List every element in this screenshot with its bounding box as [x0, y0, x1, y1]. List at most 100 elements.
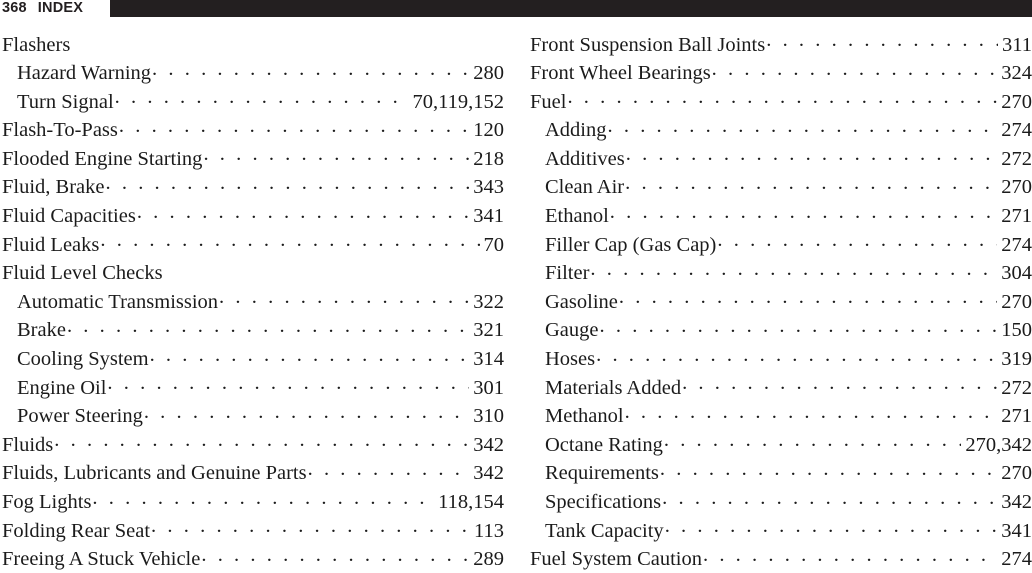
index-entry-page-number: 274	[1001, 548, 1032, 571]
index-entry-label: Engine Oil	[17, 376, 107, 399]
index-entry-label: Fluid Level Checks	[2, 262, 163, 285]
dot-leader	[682, 373, 997, 394]
index-entry-label: Hazard Warning	[17, 62, 152, 85]
index-entry: Gasoline 270	[530, 287, 1032, 316]
index-entry-label: Fluids, Lubricants and Genuine Parts	[2, 462, 307, 485]
index-entry-label: Filler Cap (Gas Cap)	[545, 233, 717, 256]
header-label: 368 INDEX	[2, 0, 83, 17]
index-entry: Fuel System Caution 274	[530, 545, 1032, 573]
index-entry-label: Tank Capacity	[545, 519, 664, 542]
dot-leader	[164, 259, 500, 280]
index-entry: Fluid Level Checks	[2, 259, 504, 288]
index-entry-label: Requirements	[545, 462, 659, 485]
index-entry-label: Turn Signal	[17, 90, 114, 113]
index-entry-page-number: 150	[1001, 319, 1032, 342]
index-entry-page-number: 270	[1001, 90, 1032, 113]
index-entry: Freeing A Stuck Vehicle 289	[2, 545, 504, 573]
dot-leader	[67, 316, 469, 337]
index-entry-page-number: 280	[473, 62, 504, 85]
index-entry: Filler Cap (Gas Cap) 274	[530, 230, 1032, 259]
index-entry-page-number: 310	[473, 405, 504, 428]
index-entry: Fluid Leaks 70	[2, 230, 504, 259]
index-entry: Hoses 319	[530, 345, 1032, 374]
dot-leader	[54, 430, 469, 451]
index-entry-label: Ethanol	[545, 205, 609, 228]
index-entry-label: Front Suspension Ball Joints	[530, 33, 766, 56]
index-entry-page-number: 270	[1001, 290, 1032, 313]
index-entry: Filter 304	[530, 259, 1032, 288]
index-entry: Fog Lights 118,154	[2, 488, 504, 517]
index-entry-page-number: 319	[1001, 348, 1032, 371]
index-entry-page-number: 271	[1001, 205, 1032, 228]
index-entry: Requirements 270	[530, 459, 1032, 488]
index-entry-label: Gauge	[545, 319, 599, 342]
index-entry-page-number: 304	[1001, 262, 1032, 285]
dot-leader	[137, 202, 469, 223]
index-entry: Gauge 150	[530, 316, 1032, 345]
dot-leader	[590, 259, 997, 280]
dot-leader	[665, 516, 998, 537]
index-entry-page-number: 289	[473, 548, 504, 571]
index-entry-page-number: 301	[473, 376, 504, 399]
index-entry: Fuel 270	[530, 87, 1032, 116]
index-entry-page-number: 324	[1001, 62, 1032, 85]
index-entry: Folding Rear Seat 113	[2, 516, 504, 545]
dot-leader	[610, 202, 997, 223]
dot-leader	[201, 545, 469, 566]
index-entry-label: Clean Air	[545, 176, 625, 199]
index-entry: Octane Rating 270,342	[530, 430, 1032, 459]
index-entry: Engine Oil 301	[2, 373, 504, 402]
index-entry-label: Octane Rating	[545, 433, 663, 456]
index-entry-label: Fluid Leaks	[2, 233, 100, 256]
index-entry-page-number: 342	[473, 462, 504, 485]
dot-leader	[151, 516, 470, 537]
index-entry-label: Fuel System Caution	[530, 548, 702, 571]
index-entry-page-number: 341	[1001, 519, 1032, 542]
index-entry-label: Additives	[545, 147, 625, 170]
index-entry-label: Gasoline	[545, 290, 618, 313]
index-entry: Front Suspension Ball Joints 311	[530, 30, 1032, 59]
dot-leader	[219, 287, 469, 308]
index-entry-label: Folding Rear Seat	[2, 519, 151, 542]
index-entry-label: Freeing A Stuck Vehicle	[2, 548, 201, 571]
index-entry-label: Power Steering	[17, 405, 143, 428]
dot-leader	[203, 144, 469, 165]
index-entry-label: Hoses	[545, 348, 596, 371]
dot-leader	[625, 173, 997, 194]
index-entry: Turn Signal 70,119,152	[2, 87, 504, 116]
index-entry-label: Adding	[545, 119, 607, 142]
index-entry-label: Filter	[545, 262, 590, 285]
index-entry: Automatic Transmission 322	[2, 287, 504, 316]
dot-leader	[596, 345, 997, 366]
dot-leader	[626, 144, 998, 165]
index-entry: Cooling System 314	[2, 345, 504, 374]
index-entry: Front Wheel Bearings 324	[530, 59, 1032, 88]
dot-leader	[660, 459, 997, 480]
dot-leader	[662, 488, 997, 509]
header-black-bar	[110, 0, 1032, 17]
index-entry: Flash-To-Pass 120	[2, 116, 504, 145]
index-entry-page-number: 118,154	[438, 491, 504, 513]
index-entry-label: Fluid, Brake	[2, 176, 105, 199]
dot-leader	[144, 402, 469, 423]
index-entry: Brake 321	[2, 316, 504, 345]
index-entry: Fluid, Brake 343	[2, 173, 504, 202]
dot-leader	[608, 116, 998, 137]
dot-leader	[717, 230, 997, 251]
index-entry: Hazard Warning 280	[2, 59, 504, 88]
index-entry: Tank Capacity 341	[530, 516, 1032, 545]
dot-leader	[100, 230, 479, 251]
dot-leader	[619, 287, 997, 308]
index-entry-label: Methanol	[545, 405, 624, 428]
index-entry-page-number: 270	[1001, 462, 1032, 485]
index-entry-label: Fluids	[2, 433, 54, 456]
index-entry-label: Front Wheel Bearings	[530, 62, 711, 85]
index-entry-page-number: 70	[483, 233, 505, 256]
index-entry-label: Cooling System	[17, 348, 149, 371]
index-entry-page-number: 342	[473, 433, 504, 456]
page-running-header: 368 INDEX	[0, 0, 1032, 18]
index-entry-label: Fluid Capacities	[2, 205, 136, 228]
dot-leader	[600, 316, 998, 337]
dot-leader	[71, 30, 500, 51]
index-entry-page-number: 342	[1001, 491, 1032, 513]
